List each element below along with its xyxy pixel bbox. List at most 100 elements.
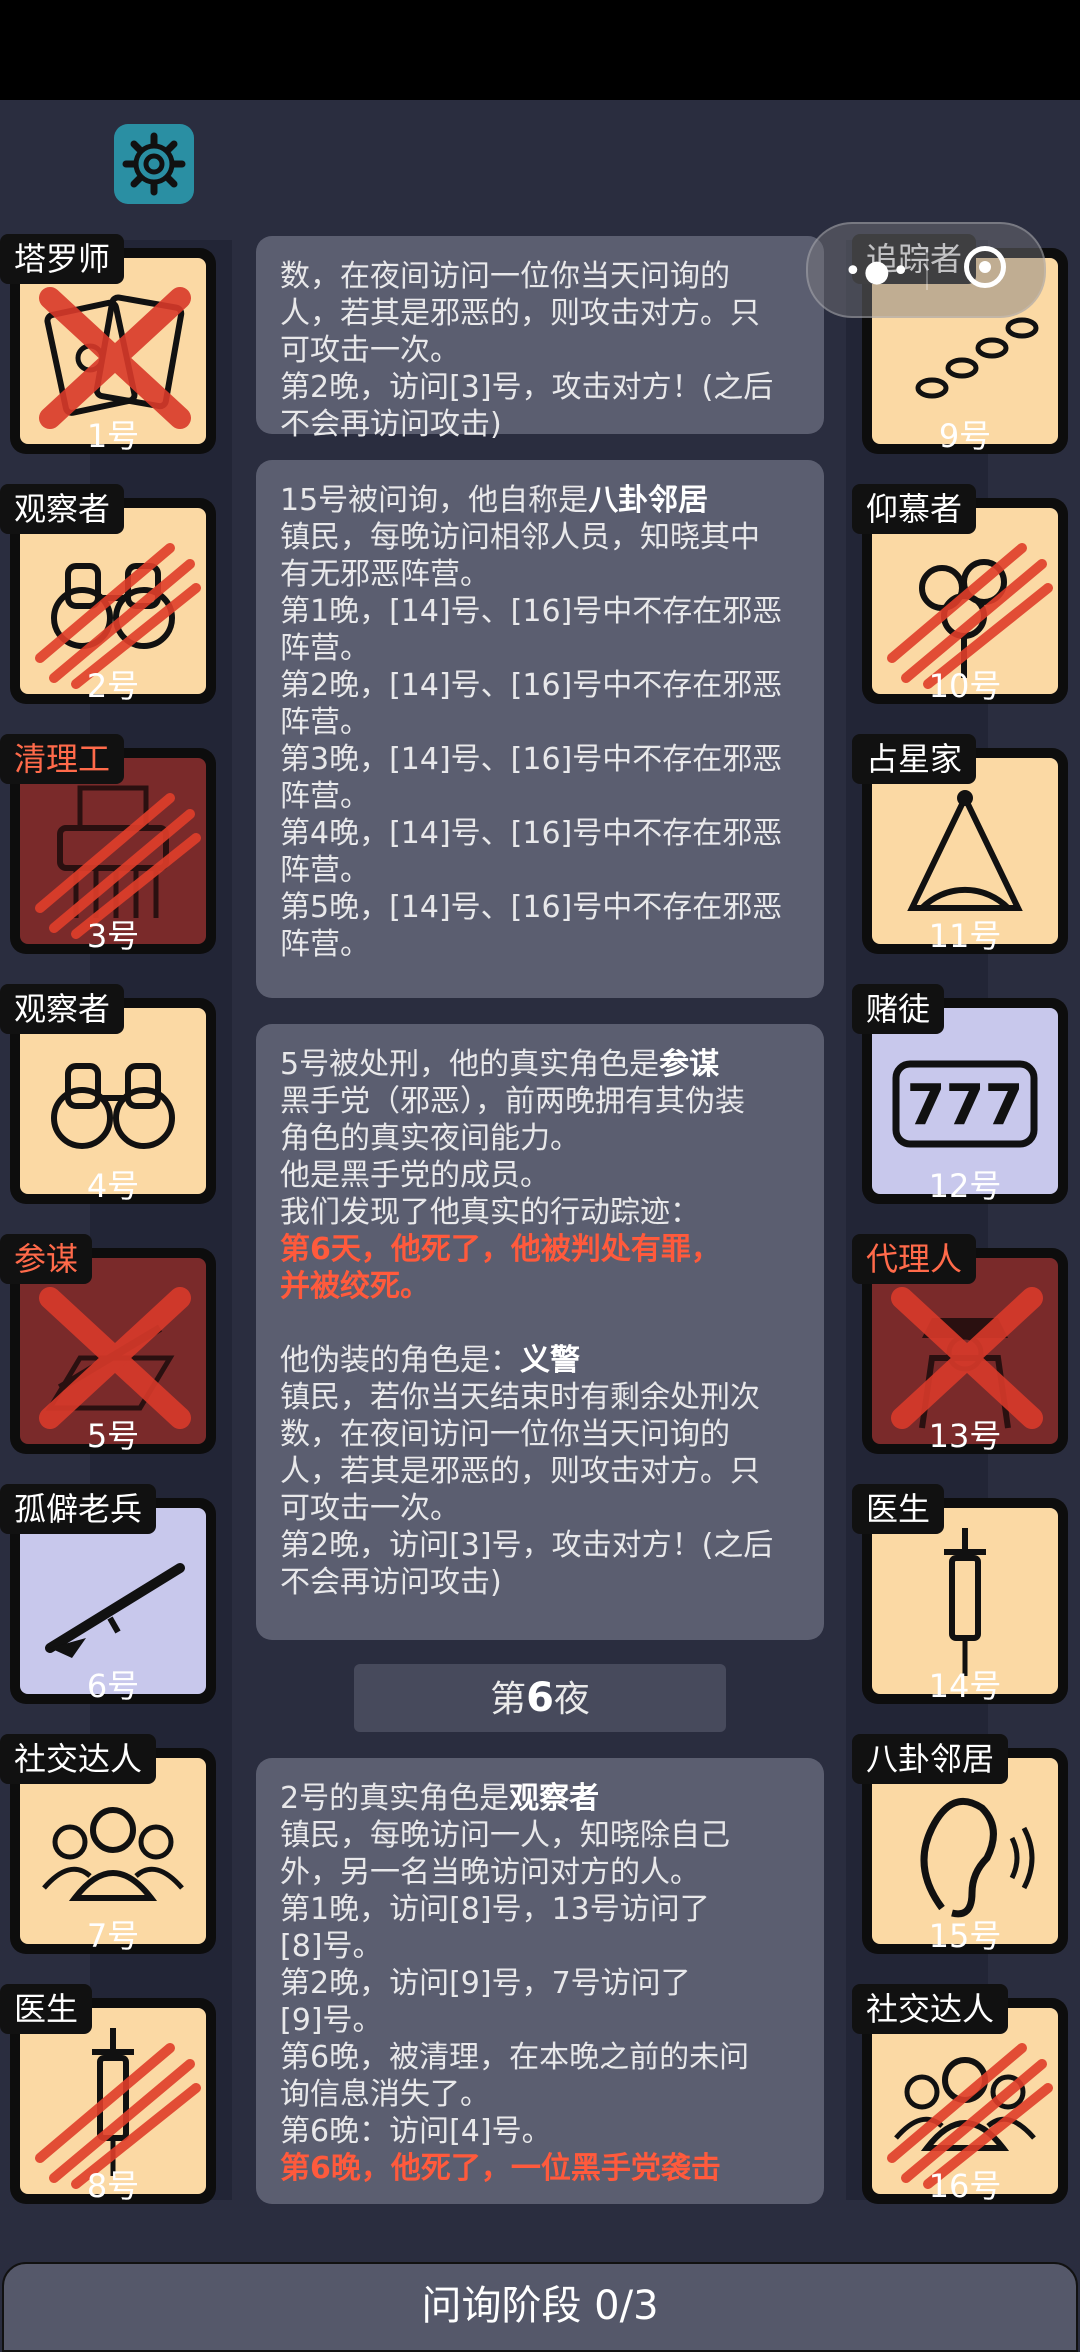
log-line: 数，在夜间访问一位你当天问询的 [280,1417,730,1452]
log-line: 镇民，若你当天结束时有剩余处刑次 [280,1380,760,1415]
role-name: 观察者 [509,1781,600,1816]
log-line: 第2晚，[14]号、[16]号中不存在邪恶 [280,668,783,703]
player-card-10[interactable]: 仰慕者 10号 [852,484,1068,708]
log-line: 第4晚，[14]号、[16]号中不存在邪恶 [280,816,783,851]
log-line: 数，在夜间访问一位你当天问询的 [280,259,730,294]
role-label: 占星家 [852,734,977,784]
log-line: 阵营。 [280,631,370,666]
player-number: 10号 [928,667,1002,705]
player-number: 5号 [86,1417,140,1455]
role-label: 孤僻老兵 [0,1484,157,1534]
player-card-7[interactable]: 社交达人 7号 [0,1734,216,1958]
log-line: 第6晚，被清理，在本晚之前的未问 [280,2040,750,2075]
player-number: 7号 [86,1917,140,1955]
role-label: 代理人 [852,1234,977,1284]
phase-status-text: 问询阶段 0/3 [421,2283,659,2329]
log-text: 他伪装的角色是：义警 [280,1342,800,1379]
player-card-3[interactable]: 清理工 3号 [0,734,216,958]
player-card-4[interactable]: 观察者 4号 [0,984,216,1208]
log-line: 阵营。 [280,779,370,814]
log-text: 5号被处刑，他的真实角色是参谋 [280,1046,800,1083]
log-line: 第1晚，[14]号、[16]号中不存在邪恶 [280,594,783,629]
player-card-6[interactable]: 孤僻老兵 6号 [0,1484,216,1708]
log-message-observer: 2号的真实角色是观察者 镇民，每晚访问一人，知晓除自己 外，另一名当晚访问对方的人… [256,1758,824,2204]
log-line: 第3晚，[14]号、[16]号中不存在邪恶 [280,742,783,777]
player-card-14[interactable]: 医生 14号 [852,1484,1068,1708]
night-number: 6 [526,1675,554,1721]
log-line: 第1晚，访问[8]号，13号访问了 [280,1892,710,1927]
role-label: 医生 [852,1484,945,1534]
log-line: 不会再访问攻击) [280,407,502,442]
log-line: 阵营。 [280,927,370,962]
log-text: 黑手党（邪恶），前两晚拥有其伪装 角色的真实夜间能力。 他是黑手党的成员。 我们发现了… [280,1083,800,1231]
log-line: 并被绞死。 [280,1269,430,1304]
log-message-gossip: 15号被问询，他自称是八卦邻居 镇民，每晚访问相邻人员，知晓其中 有无邪恶阵营。第… [256,460,824,998]
log-text: 镇民，若你当天结束时有剩余处刑次 数，在夜间访问一位你当天问询的 人，若其是邪恶的，… [280,1379,800,1601]
settings-button[interactable] [114,124,194,204]
log-text: 镇民，每晚访问相邻人员，知晓其中 有无邪恶阵营。 第1晚，[14]号、[16]号中不… [280,519,800,963]
player-number: 3号 [86,917,140,955]
role-label: 塔罗师 [0,234,125,284]
role-label: 赌徒 [852,984,945,1034]
player-number: 12号 [928,1167,1002,1205]
role-label: 社交达人 [852,1984,1009,2034]
player-card-12[interactable]: 777 赌徒 12号 [852,984,1068,1208]
log-line: 第6晚：访问[4]号。 [280,2114,552,2149]
role-label: 医生 [0,1984,93,2034]
log-text: 2号的真实角色是观察者 [280,1780,800,1817]
phase-status-bar: 问询阶段 0/3 [2,2262,1078,2352]
role-name: 义警 [520,1343,580,1378]
log-line: 镇民，每晚访问相邻人员，知晓其中 [280,520,760,555]
player-card-5[interactable]: 参谋 5号 [0,1234,216,1458]
log-line: [8]号。 [280,1929,383,1964]
player-number: 9号 [938,417,992,455]
capsule-divider [926,250,928,290]
player-number: 13号 [928,1417,1002,1455]
log-line: 角色的真实夜间能力。 [280,1121,580,1156]
player-number: 4号 [86,1167,140,1205]
log-line: 不会再访问攻击) [280,1565,502,1600]
log-line: 人，若其是邪恶的，则攻击对方。只 [280,296,760,331]
night-prefix: 第 [490,1679,527,1720]
log-line: 第2晚，访问[3]号，攻击对方！(之后 [280,1528,774,1563]
close-target-icon[interactable] [964,246,1006,288]
mini-program-capsule[interactable]: •●• [806,222,1046,318]
player-card-8[interactable]: 医生 8号 [0,1984,216,2208]
log-message-vigilante-tail: 数，在夜间访问一位你当天问询的 人，若其是邪恶的，则攻击对方。只 可攻击一次。 第2晚… [256,236,824,442]
role-label: 观察者 [0,484,125,534]
player-number: 8号 [86,2167,140,2205]
role-label: 清理工 [0,734,125,784]
log-head: 15号被问询，他自称是 [280,483,589,518]
log-line: 阵营。 [280,705,370,740]
status-bar [0,0,1080,100]
log-message-execution: 5号被处刑，他的真实角色是参谋 黑手党（邪恶），前两晚拥有其伪装 角色的真实夜间能… [256,1024,824,1640]
log-line: 有无邪恶阵营。 [280,557,490,592]
gear-icon [122,132,186,196]
log-line: 第2晚，访问[9]号，7号访问了 [280,1966,691,2001]
log-head: 他伪装的角色是： [280,1343,520,1378]
log-line: [9]号。 [280,2003,383,2038]
night-suffix: 夜 [553,1679,590,1720]
night-divider: 第6夜 [354,1664,726,1732]
player-card-1[interactable]: 塔罗师 1号 [0,234,216,458]
role-label: 社交达人 [0,1734,157,1784]
log-text: 镇民，每晚访问一人，知晓除自己 外，另一名当晚访问对方的人。 第1晚，访问[8]号，… [280,1817,800,2150]
more-icon[interactable]: •●• [844,254,912,289]
player-card-13[interactable]: 代理人 13号 [852,1234,1068,1458]
player-card-11[interactable]: 占星家 11号 [852,734,1068,958]
log-line: 外，另一名当晚访问对方的人。 [280,1855,700,1890]
player-card-2[interactable]: 观察者 2号 [0,484,216,708]
log-line: 第6天，他死了，他被判处有罪， [280,1232,721,1267]
log-line: 可攻击一次。 [280,1491,460,1526]
player-number: 1号 [86,417,140,455]
player-card-15[interactable]: 八卦邻居 15号 [852,1734,1068,1958]
svg-text:777: 777 [907,1073,1024,1138]
player-card-16[interactable]: 社交达人 16号 [852,1984,1068,2208]
death-text: 第6晚，他死了，一位黑手党袭击 [280,2151,721,2186]
player-number: 16号 [928,2167,1002,2205]
log-line: 人，若其是邪恶的，则攻击对方。只 [280,1454,760,1489]
log-text: 15号被问询，他自称是八卦邻居 [280,482,800,519]
log-line: 阵营。 [280,853,370,888]
role-label: 参谋 [0,1234,93,1284]
log-text: 数，在夜间访问一位你当天问询的 人，若其是邪恶的，则攻击对方。只 可攻击一次。 第2晚… [280,258,800,443]
